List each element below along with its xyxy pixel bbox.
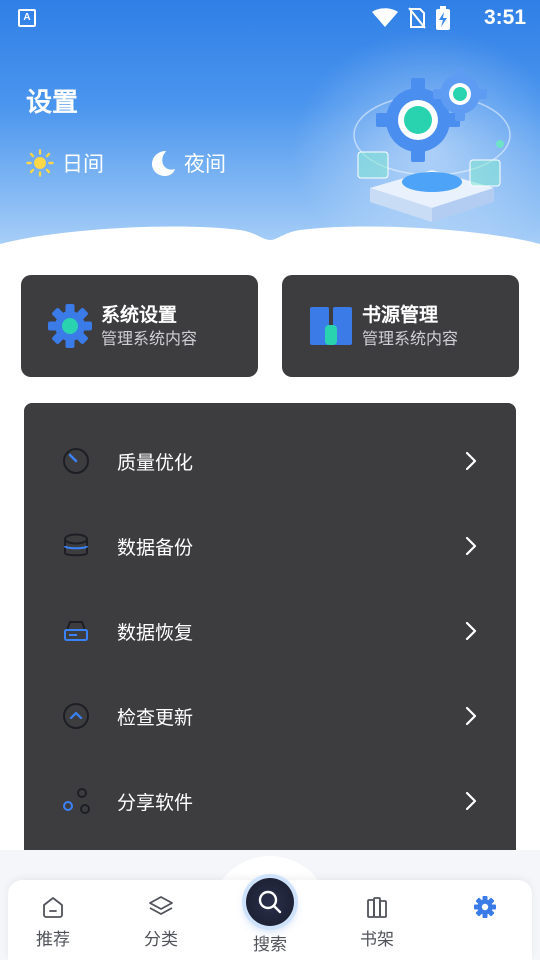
wifi-icon — [372, 8, 398, 27]
page-title: 设置 — [26, 88, 79, 118]
card-title: 系统设置 — [101, 304, 178, 326]
bookshelf-icon — [367, 897, 387, 918]
menu-item-check-update[interactable]: 检查更新 — [24, 686, 516, 746]
menu-item-data-restore[interactable]: 数据恢复 — [24, 601, 516, 661]
home-icon — [43, 897, 63, 918]
app-notification-icon: A — [18, 9, 36, 27]
sun-icon — [26, 149, 54, 177]
nav-item-category[interactable]: 分类 — [126, 895, 196, 950]
nav-label: 分类 — [144, 930, 178, 950]
settings-gears-illustration — [353, 67, 511, 222]
nav-search-label: 搜索 — [253, 935, 287, 955]
nav-item-recommend[interactable]: 推荐 — [18, 895, 88, 950]
nav-label: 书架 — [360, 930, 394, 950]
day-mode-label: 日间 — [62, 152, 104, 176]
status-time: 3:51 — [483, 6, 526, 29]
battery-charging-icon — [436, 6, 450, 30]
chevron-right-icon — [465, 791, 477, 811]
nav-search-button[interactable] — [246, 878, 294, 926]
card-title: 书源管理 — [362, 304, 439, 326]
update-icon — [60, 700, 92, 732]
settings-icon — [474, 896, 496, 918]
settings-menu-list: 质量优化 数据备份 数据恢复 检查更新 分享软件 — [24, 403, 516, 850]
nav-label: 推荐 — [36, 930, 70, 950]
nav-item-settings[interactable] — [450, 895, 520, 919]
menu-item-label: 分享软件 — [117, 791, 194, 814]
day-mode-option[interactable]: 日间 — [26, 148, 104, 178]
status-icons — [372, 6, 450, 30]
gear-icon — [48, 304, 92, 348]
book-source-icon — [310, 307, 352, 345]
chevron-right-icon — [465, 451, 477, 471]
menu-item-data-backup[interactable]: 数据备份 — [24, 516, 516, 576]
nav-item-bookshelf[interactable]: 书架 — [342, 895, 412, 950]
theme-mode-switch: 日间 夜间 — [26, 148, 226, 178]
drive-icon — [60, 615, 92, 647]
menu-item-label: 质量优化 — [117, 451, 194, 474]
speedometer-icon — [60, 445, 92, 477]
card-subtitle: 管理系统内容 — [101, 329, 198, 348]
menu-item-share-app[interactable]: 分享软件 — [24, 771, 516, 831]
menu-item-label: 数据备份 — [117, 536, 194, 559]
share-icon — [60, 785, 92, 817]
search-icon — [258, 890, 282, 914]
chevron-right-icon — [465, 536, 477, 556]
layers-icon — [149, 896, 173, 915]
night-mode-option[interactable]: 夜间 — [150, 148, 226, 178]
no-sim-icon — [408, 7, 426, 29]
chevron-right-icon — [465, 621, 477, 641]
chevron-right-icon — [465, 706, 477, 726]
book-source-card[interactable]: 书源管理 管理系统内容 — [282, 275, 519, 377]
card-subtitle: 管理系统内容 — [362, 329, 459, 348]
status-bar: A 3:51 — [0, 0, 540, 36]
menu-item-label: 检查更新 — [117, 706, 194, 729]
menu-item-label: 数据恢复 — [117, 621, 194, 644]
database-icon — [60, 530, 92, 562]
system-settings-card[interactable]: 系统设置 管理系统内容 — [21, 275, 258, 377]
menu-item-quality-optimize[interactable]: 质量优化 — [24, 431, 516, 491]
moon-icon — [152, 151, 175, 176]
night-mode-label: 夜间 — [184, 152, 226, 176]
